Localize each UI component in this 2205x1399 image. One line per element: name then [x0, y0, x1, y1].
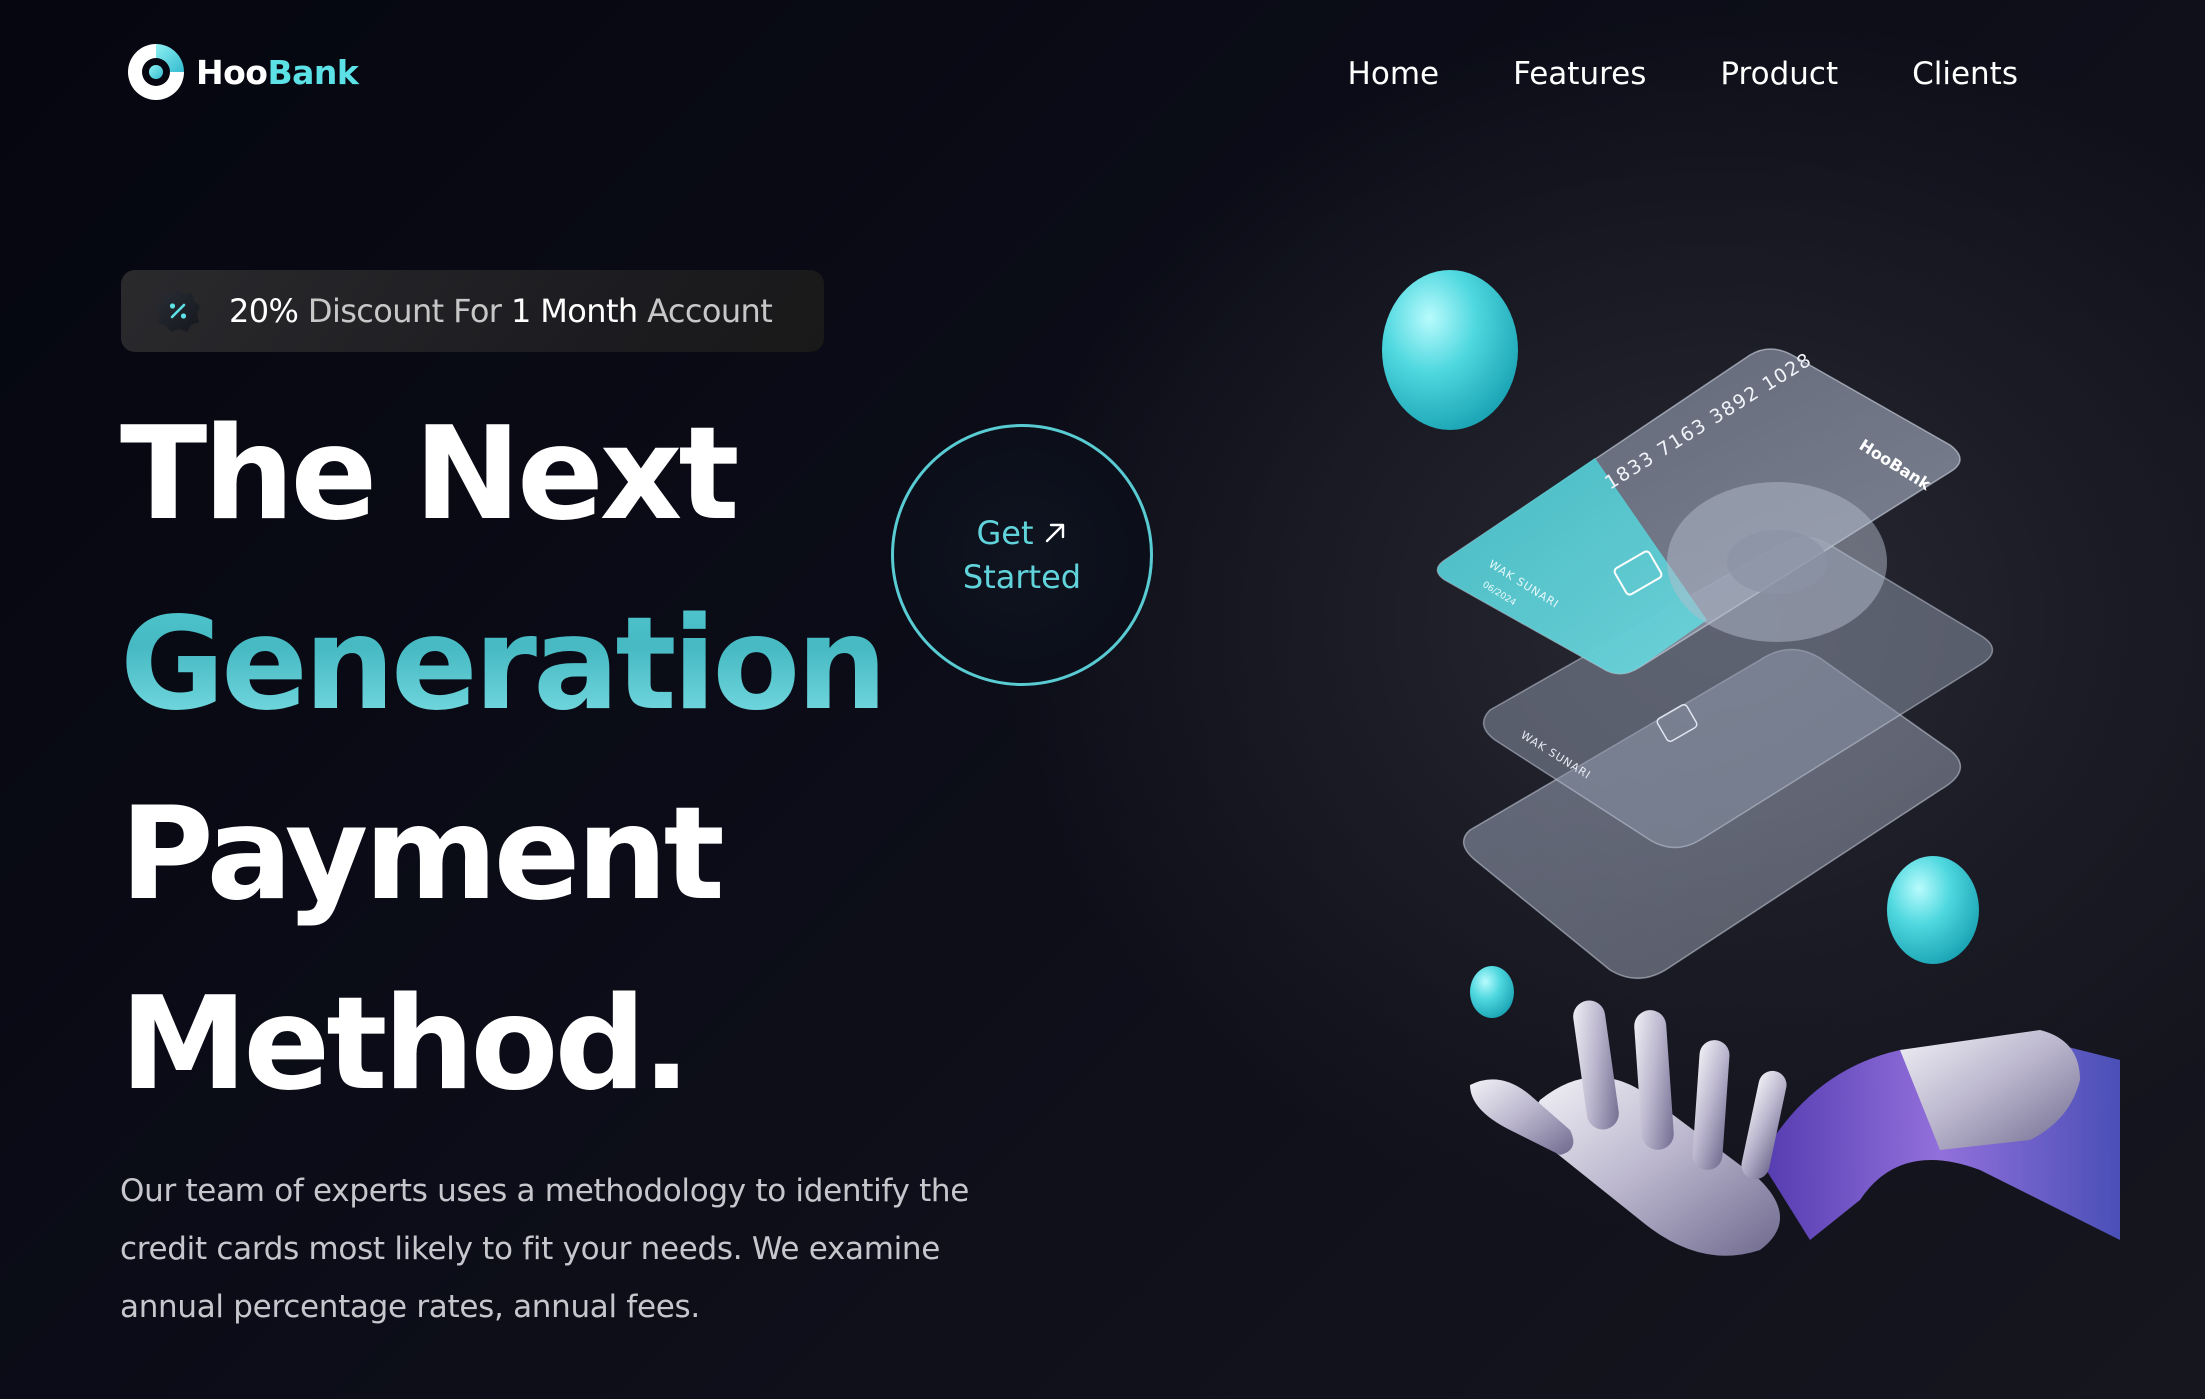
hero-title-line-4: Method. — [120, 970, 691, 1119]
nav-link-product[interactable]: Product — [1720, 52, 1838, 96]
decorative-sphere-small — [1470, 966, 1514, 1018]
brand-name-part2: Bank — [267, 52, 359, 92]
hero-title: The Next Generation Payment Method. — [120, 380, 920, 1140]
brand-logo[interactable]: HooBank — [124, 40, 359, 104]
nav-link-clients[interactable]: Clients — [1912, 52, 2018, 96]
discount-account-label: Account — [647, 292, 773, 330]
brand-name: HooBank — [196, 52, 359, 92]
hero-illustration: WAK SUNARI 1833 7163 3892 1028 HooBank W… — [1340, 240, 2120, 1380]
get-started-line-1: Get — [976, 511, 1067, 555]
discount-percent: 20% — [229, 292, 299, 330]
decorative-sphere-medium — [1887, 856, 1979, 964]
hero-title-line-2: Generation — [120, 570, 920, 760]
cards-and-robot-hand-illustration: WAK SUNARI 1833 7163 3892 1028 HooBank W… — [1382, 270, 2120, 1256]
discount-text: 20% Discount For 1 Month Account — [229, 292, 773, 330]
robot-hand — [1470, 1000, 2120, 1256]
hero-description: Our team of experts uses a methodology t… — [120, 1173, 970, 1325]
decorative-sphere-large — [1382, 270, 1518, 430]
hero-title-line-3: Payment — [120, 780, 725, 929]
arrow-up-right-icon — [1045, 523, 1064, 543]
get-started-label-2: Started — [962, 558, 1082, 596]
get-started-button[interactable]: Get Started — [891, 424, 1153, 686]
hero-title-line-1: The Next — [120, 400, 740, 549]
get-started-label-1: Get — [976, 514, 1034, 552]
discount-icon — [156, 289, 200, 332]
nav-link-features[interactable]: Features — [1513, 52, 1646, 96]
brand-name-part1: Hoo — [196, 52, 268, 92]
discount-badge: 20% Discount For 1 Month Account — [121, 270, 824, 352]
nav-link-home[interactable]: Home — [1348, 52, 1440, 96]
discount-duration: 1 Month — [510, 292, 638, 330]
hoobank-logo-icon — [128, 44, 184, 100]
main-navigation: Home Features Product Clients — [1348, 52, 2018, 96]
get-started-line-2: Started — [963, 555, 1081, 599]
discount-label: Discount For — [307, 292, 502, 330]
